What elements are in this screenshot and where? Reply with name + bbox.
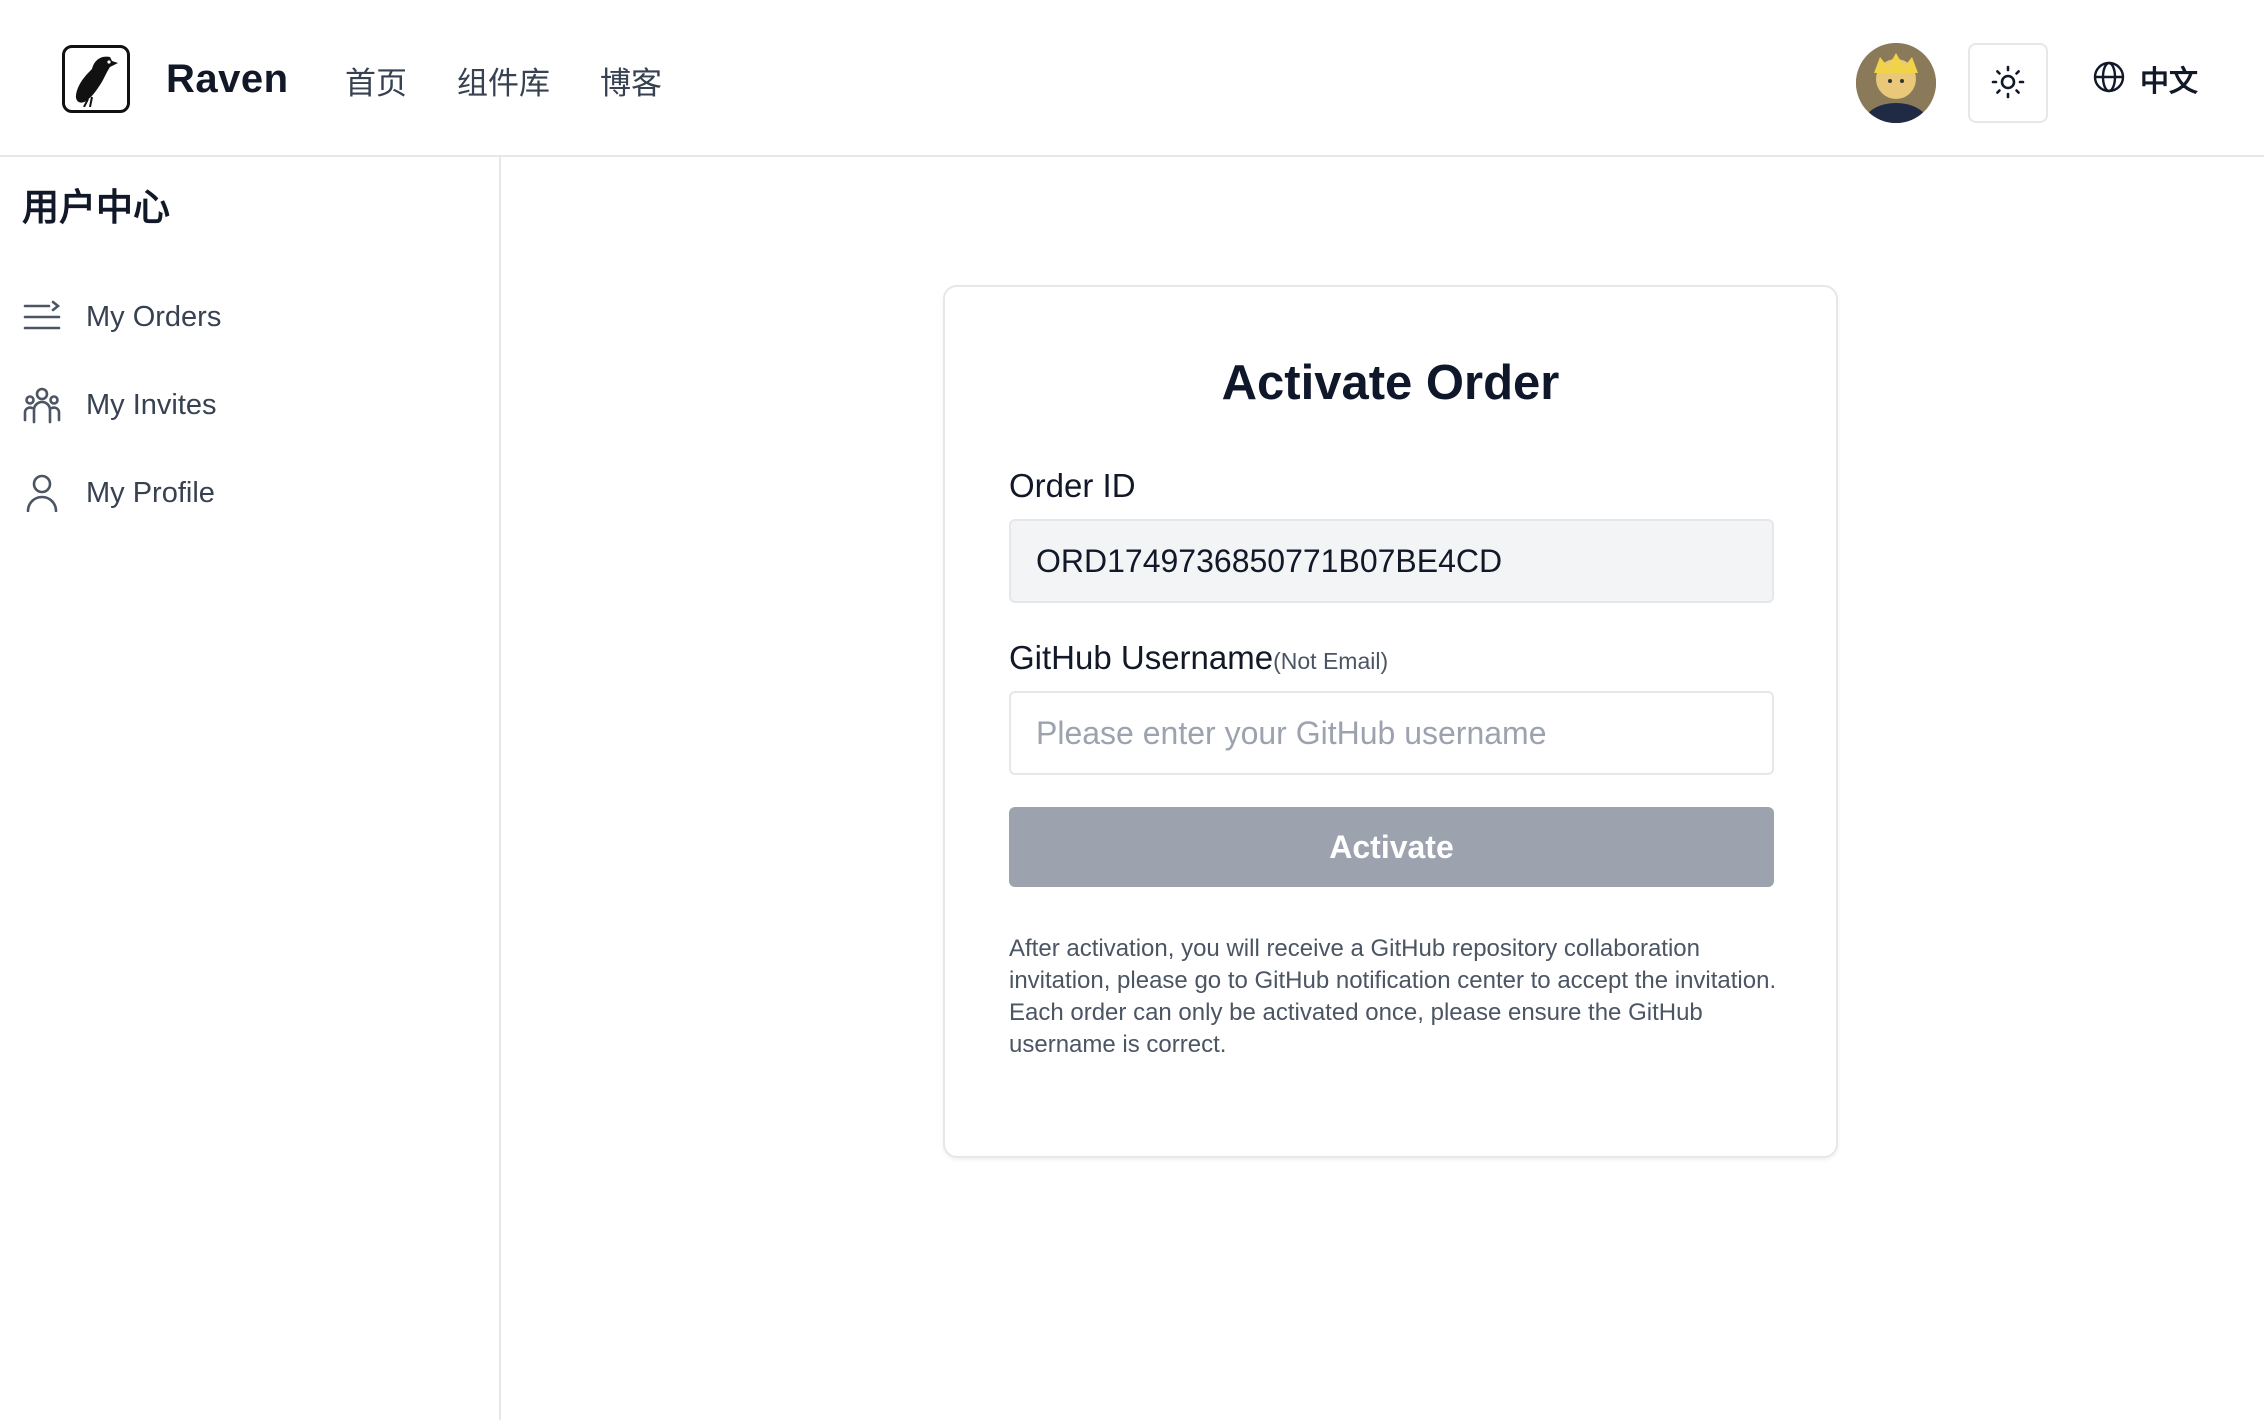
activate-order-card: Activate Order Order ID GitHub Username(… bbox=[943, 285, 1838, 1158]
sidebar-item-label: My Orders bbox=[86, 300, 222, 333]
activate-button[interactable]: Activate bbox=[1009, 807, 1774, 887]
top-header: Raven 首页 组件库 博客 中文 bbox=[0, 0, 2264, 157]
order-id-label: Order ID bbox=[1009, 467, 1136, 504]
order-id-field[interactable] bbox=[1009, 519, 1774, 603]
list-icon bbox=[22, 297, 62, 337]
theme-toggle-button[interactable] bbox=[1968, 43, 2048, 123]
sidebar-item-label: My Profile bbox=[86, 476, 215, 509]
github-username-input[interactable] bbox=[1009, 691, 1774, 775]
nav-blog[interactable]: 博客 bbox=[600, 58, 662, 103]
activation-note: After activation, you will receive a Git… bbox=[1009, 933, 1789, 1061]
activation-note-line: After activation, you will receive a Git… bbox=[1009, 935, 1777, 994]
page: Raven 首页 组件库 博客 中文 用户中心 My Orders My Inv… bbox=[0, 0, 2264, 1420]
sun-icon bbox=[1991, 65, 2025, 102]
brand[interactable]: Raven bbox=[54, 37, 289, 121]
github-username-hint: (Not Email) bbox=[1273, 648, 1389, 674]
sidebar-title: 用户中心 bbox=[22, 187, 170, 228]
avatar[interactable] bbox=[1856, 43, 1936, 123]
brand-name: Raven bbox=[166, 56, 289, 101]
sidebar-item-label: My Invites bbox=[86, 388, 217, 421]
user-icon bbox=[22, 473, 62, 513]
globe-icon bbox=[2092, 60, 2126, 99]
sidebar-item-my-invites[interactable]: My Invites bbox=[22, 385, 217, 425]
language-switcher[interactable]: 中文 bbox=[2092, 58, 2198, 100]
nav-home[interactable]: 首页 bbox=[345, 58, 407, 103]
users-icon bbox=[22, 385, 62, 425]
github-username-label: GitHub Username(Not Email) bbox=[1009, 639, 1389, 676]
raven-logo-icon bbox=[54, 37, 138, 121]
sidebar-item-my-profile[interactable]: My Profile bbox=[22, 473, 215, 513]
sidebar: 用户中心 My Orders My Invites My Profile bbox=[0, 157, 501, 1420]
main-nav: 首页 组件库 博客 bbox=[345, 58, 662, 103]
sidebar-item-my-orders[interactable]: My Orders bbox=[22, 297, 221, 337]
nav-components[interactable]: 组件库 bbox=[457, 58, 550, 103]
language-label: 中文 bbox=[2140, 66, 2199, 98]
activation-note-line: Each order can only be activated once, p… bbox=[1009, 999, 1703, 1058]
card-title: Activate Order bbox=[1221, 356, 1560, 410]
